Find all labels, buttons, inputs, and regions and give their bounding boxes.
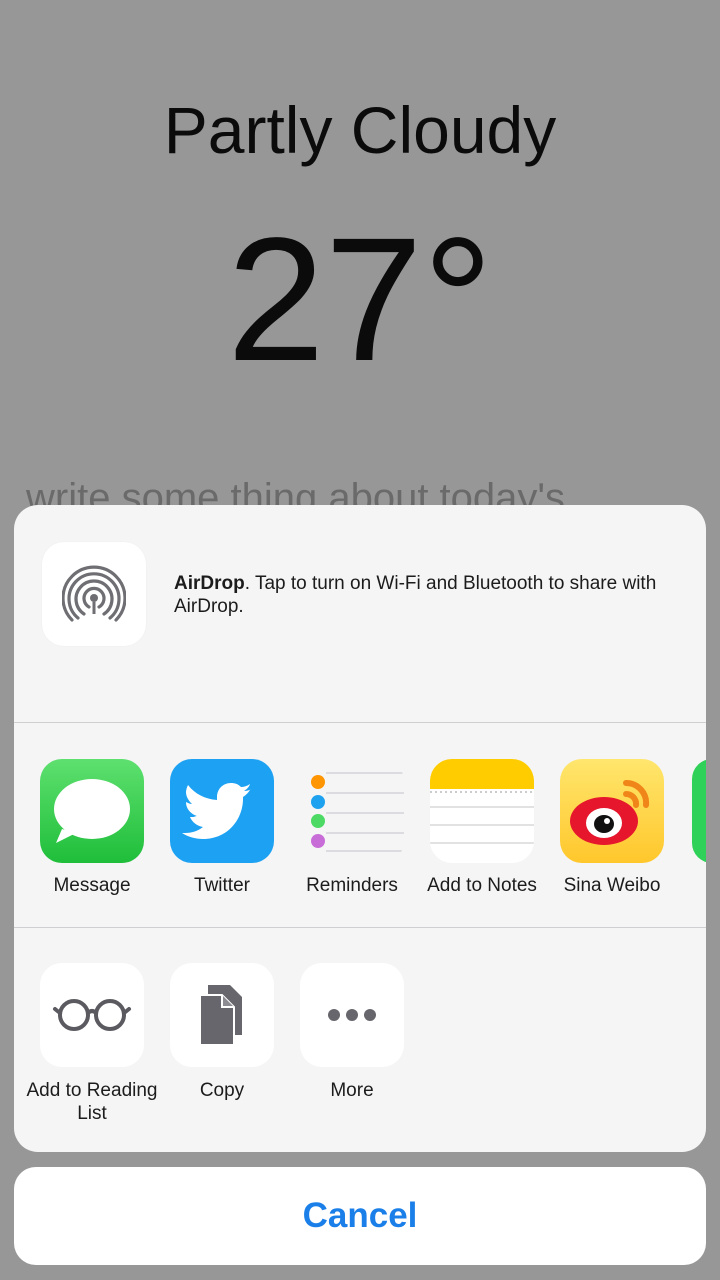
airdrop-instructions: . Tap to turn on Wi-Fi and Bluetooth to … — [174, 573, 657, 617]
weibo-icon[interactable] — [560, 759, 664, 863]
share-sheet: AirDrop. Tap to turn on Wi-Fi and Blueto… — [14, 505, 706, 1152]
copy-icon[interactable] — [170, 963, 274, 1067]
cancel-button[interactable]: Cancel — [14, 1167, 706, 1265]
share-app-label: Reminders — [306, 875, 398, 896]
share-app-label: Add to Notes — [427, 875, 537, 896]
reading-glasses-icon[interactable] — [40, 963, 144, 1067]
action-label: Copy — [199, 1080, 245, 1101]
airdrop-icon[interactable] — [42, 542, 146, 646]
airdrop-title: AirDrop — [174, 573, 245, 594]
action-label: Add to Reading List — [26, 1080, 158, 1124]
share-app-label: Sina Weibo — [563, 875, 661, 896]
share-app-label: Message — [53, 875, 131, 896]
notes-icon[interactable] — [430, 759, 534, 863]
message-icon[interactable] — [40, 759, 144, 863]
airdrop-description: AirDrop. Tap to turn on Wi-Fi and Blueto… — [174, 572, 674, 618]
share-apps-row[interactable]: Message Twitter Reminders Add to Notes S… — [14, 723, 706, 927]
reminders-icon[interactable] — [300, 759, 404, 863]
weather-condition-title: Partly Cloudy — [163, 93, 557, 167]
more-icon[interactable] — [300, 963, 404, 1067]
next-app-partial-icon[interactable] — [692, 759, 706, 863]
temperature-display: 27° — [226, 202, 494, 398]
airdrop-section[interactable]: AirDrop. Tap to turn on Wi-Fi and Blueto… — [14, 505, 706, 723]
twitter-icon[interactable] — [170, 759, 274, 863]
action-label: More — [330, 1080, 374, 1101]
actions-row[interactable]: Add to Reading List Copy More — [14, 928, 706, 1152]
share-app-label: Twitter — [194, 875, 250, 896]
